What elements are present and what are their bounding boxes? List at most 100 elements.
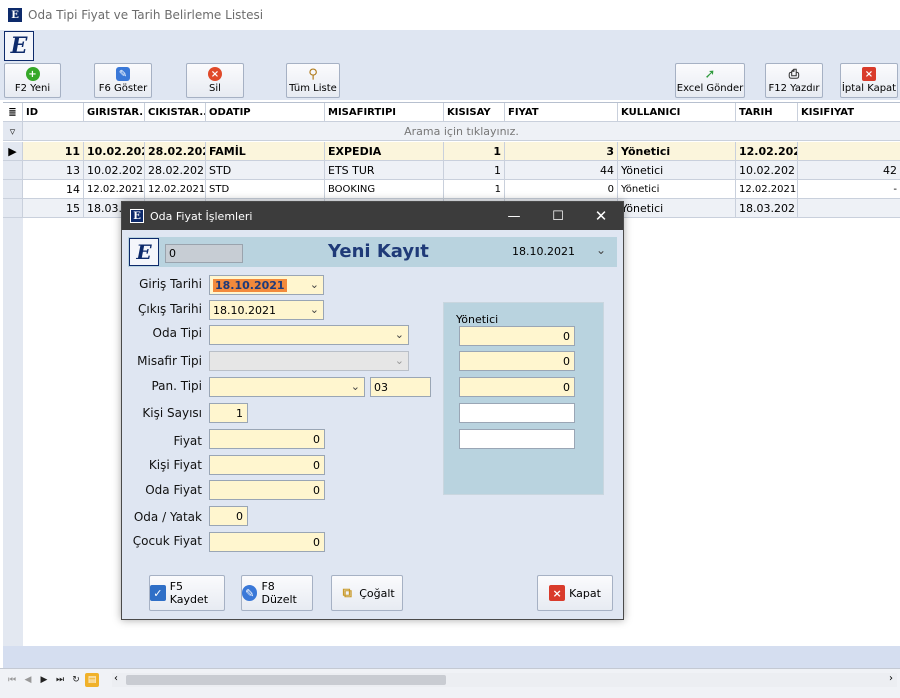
next-record-icon[interactable]: ▶ — [37, 673, 51, 687]
cell-user: Yönetici — [618, 142, 736, 161]
board-type-select[interactable]: ⌄ — [209, 377, 365, 397]
window-title: Oda Tipi Fiyat ve Tarih Belirleme Listes… — [28, 8, 264, 22]
export-arrow-icon: ➚ — [704, 66, 716, 82]
side-text-field[interactable] — [459, 429, 575, 449]
checkout-date-picker[interactable]: 18.10.2021 ⌄ — [209, 300, 324, 320]
filter-hint: Arama için tıklayınız. — [23, 122, 900, 141]
printer-icon: ⎙ — [788, 66, 800, 82]
print-button[interactable]: ⎙ F12 Yazdır — [765, 63, 823, 98]
cell-personprice: 42 — [798, 161, 900, 180]
person-price-field[interactable]: 0 — [209, 455, 325, 475]
show-button-label: F6 Göster — [98, 83, 148, 94]
col-header[interactable]: TARIH — [736, 103, 798, 122]
room-type-select[interactable]: ⌄ — [209, 325, 409, 345]
save-button[interactable]: ✓ F5 Kaydet — [149, 575, 225, 611]
guest-type-select[interactable]: ⌄ — [209, 351, 409, 371]
chevron-down-icon: ⌄ — [394, 354, 404, 367]
side-value-field[interactable]: 0 — [459, 326, 575, 346]
guest-type-label: Misafir Tipi — [137, 354, 202, 368]
grid-filter-row[interactable]: ▿ Arama için tıklayınız. — [3, 122, 900, 141]
cell-price: 0 — [505, 180, 618, 199]
col-header[interactable]: CIKISTAR... — [145, 103, 206, 122]
side-value-field[interactable]: 0 — [459, 351, 575, 371]
table-row[interactable]: 13 10.02.202 28.02.202 STD ETS TUR 1 44 … — [3, 161, 900, 180]
close-window-icon[interactable]: ✕ — [579, 202, 623, 230]
side-text-field[interactable] — [459, 403, 575, 423]
checkin-label: Giriş Tarihi — [139, 277, 202, 291]
col-header[interactable]: KISIFIYAT — [798, 103, 900, 122]
cell-persons: 1 — [444, 161, 505, 180]
chevron-down-icon[interactable]: ⌄ — [596, 243, 606, 257]
cell-date: 10.02.202 — [736, 161, 798, 180]
close-icon: × — [549, 585, 566, 601]
room-price-label: Oda Fiyat — [145, 483, 202, 497]
checkin-date-picker[interactable]: 18.10.2021 ⌄ — [209, 275, 324, 295]
child-price-field[interactable]: 0 — [209, 532, 325, 552]
first-record-icon[interactable]: ⏮ — [5, 673, 19, 687]
cancel-close-button[interactable]: × İptal Kapat — [840, 63, 898, 98]
scroll-left-icon[interactable]: ‹ — [114, 673, 118, 684]
chevron-down-icon: ⌄ — [309, 303, 319, 316]
excel-export-button-label: Excel Gönder — [676, 83, 744, 94]
col-header[interactable]: KISISAY — [444, 103, 505, 122]
col-header[interactable]: ID — [23, 103, 84, 122]
duplicate-button[interactable]: ⧉ Çoğalt — [331, 575, 403, 611]
window-titlebar: E Oda Tipi Fiyat ve Tarih Belirleme List… — [0, 0, 900, 30]
horizontal-scrollbar[interactable]: ‹ › — [112, 673, 897, 687]
person-count-field[interactable]: 1 — [209, 403, 248, 423]
excel-export-button[interactable]: ➚ Excel Gönder — [675, 63, 745, 98]
brand-logo-icon: E — [4, 31, 34, 61]
cell-id: 15 — [23, 199, 84, 218]
edit-button-label: F8 Düzelt — [261, 580, 297, 606]
close-button-label: Kapat — [569, 586, 601, 600]
table-row[interactable]: 14 12.02.2021 12.02.2021 STD BOOKING 1 0… — [3, 180, 900, 199]
col-header[interactable]: KULLANICI — [618, 103, 736, 122]
column-chooser-icon[interactable]: ≣ — [3, 103, 23, 122]
maximize-icon[interactable]: ☐ — [536, 202, 580, 230]
cell-guesttype: EXPEDIA — [325, 142, 444, 161]
row-pointer-icon: ▶ — [3, 142, 23, 161]
scroll-right-icon[interactable]: › — [889, 673, 893, 684]
dialog-titlebar[interactable]: E Oda Fiyat İşlemleri — ☐ ✕ — [122, 202, 623, 230]
cell-persons: 1 — [444, 180, 505, 199]
cell-roomtype: FAMİL — [206, 142, 325, 161]
grid-header: ≣ ID GIRISTAR... CIKISTAR... ODATIP MISA… — [3, 103, 900, 122]
cell-guesttype: ETS TUR — [325, 161, 444, 180]
scroll-thumb[interactable] — [126, 675, 446, 685]
dialog-app-icon: E — [130, 209, 144, 223]
cell-checkout: 28.02.202 — [145, 161, 206, 180]
room-bed-field[interactable]: 0 — [209, 506, 248, 526]
filter-icon: ▿ — [3, 122, 23, 141]
print-button-label: F12 Yazdır — [768, 83, 820, 94]
new-button-label: F2 Yeni — [14, 83, 51, 94]
refresh-icon[interactable]: ↻ — [69, 673, 83, 687]
show-button[interactable]: ✎ F6 Göster — [94, 63, 152, 98]
new-button[interactable]: + F2 Yeni — [4, 63, 61, 98]
price-field[interactable]: 0 — [209, 429, 325, 449]
room-price-field[interactable]: 0 — [209, 480, 325, 500]
col-header[interactable]: ODATIP — [206, 103, 325, 122]
chevron-down-icon: ⌄ — [350, 380, 360, 393]
room-price-dialog: E Oda Fiyat İşlemleri — ☐ ✕ E 0 Yeni Kay… — [121, 201, 624, 620]
delete-button[interactable]: × Sil — [186, 63, 244, 98]
side-value-field[interactable]: 0 — [459, 377, 575, 397]
bookmark-icon[interactable]: ▤ — [85, 672, 99, 687]
all-list-button[interactable]: ⚲ Tüm Liste — [286, 63, 340, 98]
cell-persons: 1 — [444, 142, 505, 161]
chevron-down-icon: ⌄ — [309, 278, 319, 291]
room-bed-label: Oda / Yatak — [133, 510, 202, 524]
cell-id: 11 — [23, 142, 84, 161]
close-button[interactable]: × Kapat — [537, 575, 613, 611]
grid-navigator: ⏮ ◀ ▶ ⏭ ↻ ▤ ‹ › — [0, 668, 900, 690]
edit-button[interactable]: ✎ F8 Düzelt — [241, 575, 313, 611]
col-header[interactable]: FIYAT — [505, 103, 618, 122]
last-record-icon[interactable]: ⏭ — [53, 673, 67, 687]
table-row[interactable]: ▶ 11 10.02.202 28.02.202 FAMİL EXPEDIA 1… — [3, 142, 900, 161]
save-button-label: F5 Kaydet — [169, 580, 209, 606]
checkin-date-value: 18.10.2021 — [213, 278, 287, 292]
col-header[interactable]: GIRISTAR... — [84, 103, 145, 122]
board-code-field[interactable]: 03 — [370, 377, 431, 397]
prev-record-icon[interactable]: ◀ — [21, 673, 35, 687]
minimize-icon[interactable]: — — [492, 202, 536, 230]
col-header[interactable]: MISAFIRTIPI — [325, 103, 444, 122]
